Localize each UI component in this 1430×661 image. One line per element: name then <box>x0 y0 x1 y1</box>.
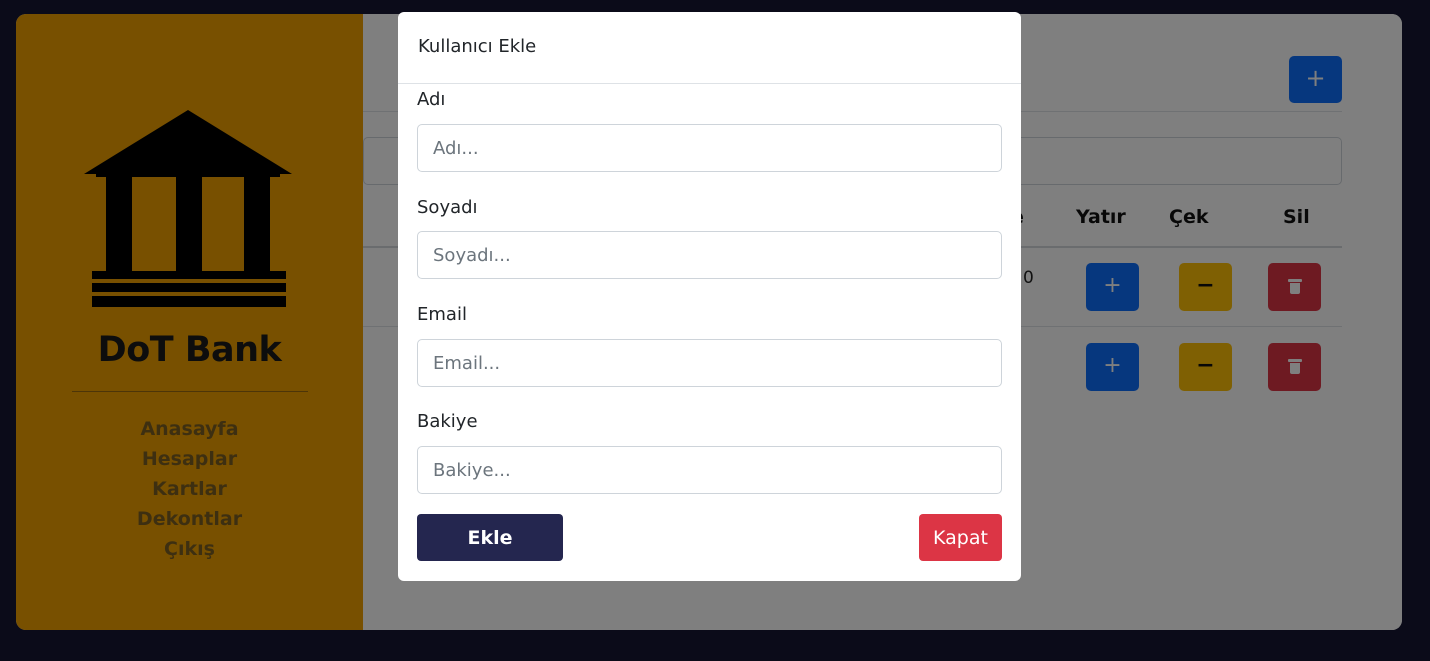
email-label: Email <box>417 304 467 325</box>
balance-label: Bakiye <box>417 411 478 432</box>
first-name-label: Adı <box>417 89 446 110</box>
add-user-modal: Kullanıcı Ekle Adı Soyadı Email Bakiye E… <box>398 12 1021 581</box>
modal-title: Kullanıcı Ekle <box>418 36 537 57</box>
first-name-input[interactable] <box>417 124 1002 172</box>
modal-header: Kullanıcı Ekle <box>398 12 1021 84</box>
last-name-label: Soyadı <box>417 197 478 218</box>
close-button[interactable]: Kapat <box>919 514 1002 561</box>
submit-button[interactable]: Ekle <box>417 514 563 561</box>
last-name-input[interactable] <box>417 231 1002 279</box>
email-input[interactable] <box>417 339 1002 387</box>
balance-input[interactable] <box>417 446 1002 494</box>
